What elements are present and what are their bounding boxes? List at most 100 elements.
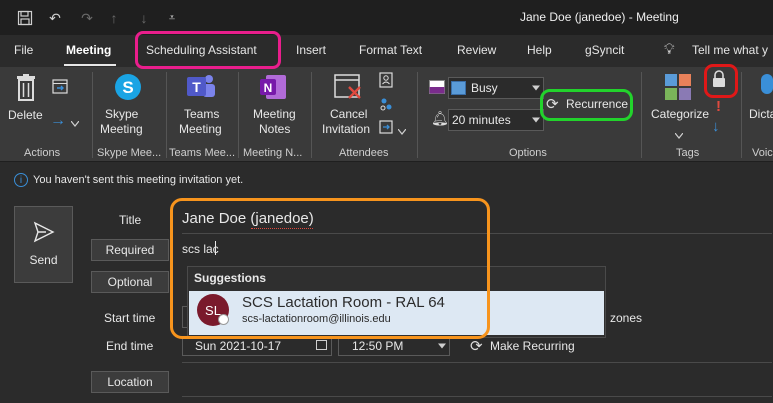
make-recurring-button[interactable]: Make Recurring <box>490 339 575 353</box>
chevron-down-icon <box>532 117 540 123</box>
recurrence-button[interactable]: Recurrence <box>566 97 628 112</box>
show-as-value: Busy <box>471 81 498 95</box>
onenote-icon[interactable]: N <box>258 72 288 105</box>
end-date-picker[interactable]: Sun 2021-10-17 <box>182 336 332 356</box>
tab-file[interactable]: File <box>14 43 33 57</box>
lightbulb-icon: 💡︎ <box>664 41 675 58</box>
tab-insert[interactable]: Insert <box>296 43 326 57</box>
send-button[interactable]: Send <box>14 206 73 283</box>
save-icon[interactable] <box>14 8 36 28</box>
group-label-actions: Actions <box>24 147 61 159</box>
end-time-select[interactable]: 12:50 PM <box>338 336 450 356</box>
start-time-label: Start time <box>104 311 156 325</box>
tab-meeting[interactable]: Meeting <box>66 43 111 57</box>
delete-button[interactable]: Delete <box>8 108 43 123</box>
categorize-dropdown-icon[interactable] <box>674 128 684 142</box>
forward-meeting-icon[interactable] <box>378 119 394 138</box>
cancel-invitation-label-2[interactable]: Invitation <box>322 122 370 137</box>
required-button[interactable]: Required <box>91 239 169 261</box>
meeting-notes-label-2[interactable]: Notes <box>259 122 290 137</box>
meeting-notes-label-1[interactable]: Meeting <box>253 107 296 122</box>
forward-arrow-icon[interactable]: → <box>50 112 66 130</box>
low-importance-icon[interactable]: ↓ <box>712 118 720 135</box>
skype-meeting-label-2[interactable]: Meeting <box>100 122 143 137</box>
suggestions-dropdown: Suggestions SL SCS Lactation Room - RAL … <box>187 266 606 338</box>
time-zones-button[interactable]: zones <box>610 311 642 325</box>
calendar-forward-icon[interactable] <box>52 78 68 97</box>
dictate-icon[interactable] <box>757 72 773 105</box>
ribbon-separator <box>741 72 742 158</box>
reminder-select[interactable]: 20 minutes <box>448 109 544 131</box>
teams-meeting-label-1[interactable]: Teams <box>184 107 219 122</box>
text-cursor <box>215 241 216 255</box>
skype-icon[interactable]: S <box>113 72 143 105</box>
delete-icon[interactable] <box>14 74 38 105</box>
categorize-icon[interactable] <box>663 72 693 105</box>
chevron-down-icon <box>438 343 446 348</box>
redo-icon[interactable]: ↷ <box>76 8 98 28</box>
tab-scheduling-assistant[interactable]: Scheduling Assistant <box>146 43 257 57</box>
teams-meeting-label-2[interactable]: Meeting <box>179 122 222 137</box>
presence-status-icon <box>218 314 229 325</box>
categorize-button[interactable]: Categorize <box>651 107 709 122</box>
suggestion-email: scs-lactationroom@illinois.edu <box>242 313 391 325</box>
group-label-teams: Teams Mee... <box>169 147 236 159</box>
forward-meeting-dropdown-icon[interactable] <box>397 124 407 138</box>
ribbon-separator <box>417 72 418 158</box>
tab-help[interactable]: Help <box>527 43 552 57</box>
customize-toolbar-icon[interactable]: ⩡ <box>162 8 182 28</box>
required-input[interactable]: scs lac <box>182 242 219 256</box>
tab-review[interactable]: Review <box>457 43 496 57</box>
cancel-invitation-icon[interactable] <box>333 72 363 105</box>
info-icon: i <box>14 173 28 187</box>
svg-text:N: N <box>264 81 273 95</box>
recurrence-icon[interactable]: ⟳ <box>546 95 559 113</box>
undo-icon[interactable]: ↶ <box>44 8 66 28</box>
ribbon-separator <box>641 72 642 158</box>
show-as-select[interactable]: Busy <box>448 77 544 99</box>
ribbon-separator <box>311 72 312 158</box>
tab-gsyncit[interactable]: gSyncit <box>585 43 624 57</box>
ribbon-separator <box>238 72 239 158</box>
group-label-attendees: Attendees <box>339 147 389 159</box>
cancel-invitation-label-1[interactable]: Cancel <box>330 107 367 122</box>
high-importance-icon[interactable]: ! <box>716 98 721 115</box>
svg-text:T: T <box>192 79 201 95</box>
tell-me-search[interactable]: Tell me what y <box>692 43 768 57</box>
ribbon-separator <box>166 72 167 158</box>
reminder-value: 20 minutes <box>452 113 511 127</box>
group-label-meeting-notes: Meeting N... <box>243 147 303 159</box>
suggestion-item[interactable]: SL SCS Lactation Room - RAL 64 scs-lacta… <box>189 291 604 335</box>
group-label-options: Options <box>509 147 547 159</box>
end-time-label: End time <box>106 339 154 353</box>
next-item-icon[interactable]: ↓ <box>134 8 154 28</box>
tab-format-text[interactable]: Format Text <box>359 43 422 57</box>
chevron-down-icon <box>532 85 540 91</box>
response-options-icon[interactable] <box>378 96 394 115</box>
send-icon <box>33 221 55 243</box>
title-input[interactable]: Jane Doe (janedoe) <box>182 210 314 227</box>
group-label-tags: Tags <box>676 147 700 159</box>
teams-icon[interactable]: T <box>185 72 217 105</box>
active-tab-underline <box>64 64 116 66</box>
dictate-button[interactable]: Dicta <box>749 107 773 122</box>
svg-text:S: S <box>122 78 133 97</box>
reminder-bell-icon: 🔔︎ <box>431 110 449 126</box>
window-title: Jane Doe (janedoe) - Meeting <box>520 10 679 24</box>
suggestions-header: Suggestions <box>194 271 267 285</box>
group-label-voice: Voic <box>752 147 773 159</box>
location-button[interactable]: Location <box>91 371 169 393</box>
title-label: Title <box>119 213 142 227</box>
end-date-value: Sun 2021-10-17 <box>195 338 282 353</box>
skype-meeting-label-1[interactable]: Skype <box>105 107 138 122</box>
previous-item-icon[interactable]: ↑ <box>104 8 124 28</box>
private-lock-icon[interactable] <box>711 69 727 92</box>
group-label-skype: Skype Mee... <box>97 147 162 159</box>
title-underline <box>182 233 772 234</box>
address-book-icon[interactable] <box>378 72 394 91</box>
make-recurring-icon[interactable]: ⟳ <box>470 337 483 355</box>
title-bar: ↶ ↷ ↑ ↓ ⩡ Jane Doe (janedoe) - Meeting <box>0 0 773 35</box>
optional-button[interactable]: Optional <box>91 271 169 293</box>
forward-dropdown-icon[interactable] <box>70 116 80 130</box>
end-time-value: 12:50 PM <box>352 338 404 353</box>
